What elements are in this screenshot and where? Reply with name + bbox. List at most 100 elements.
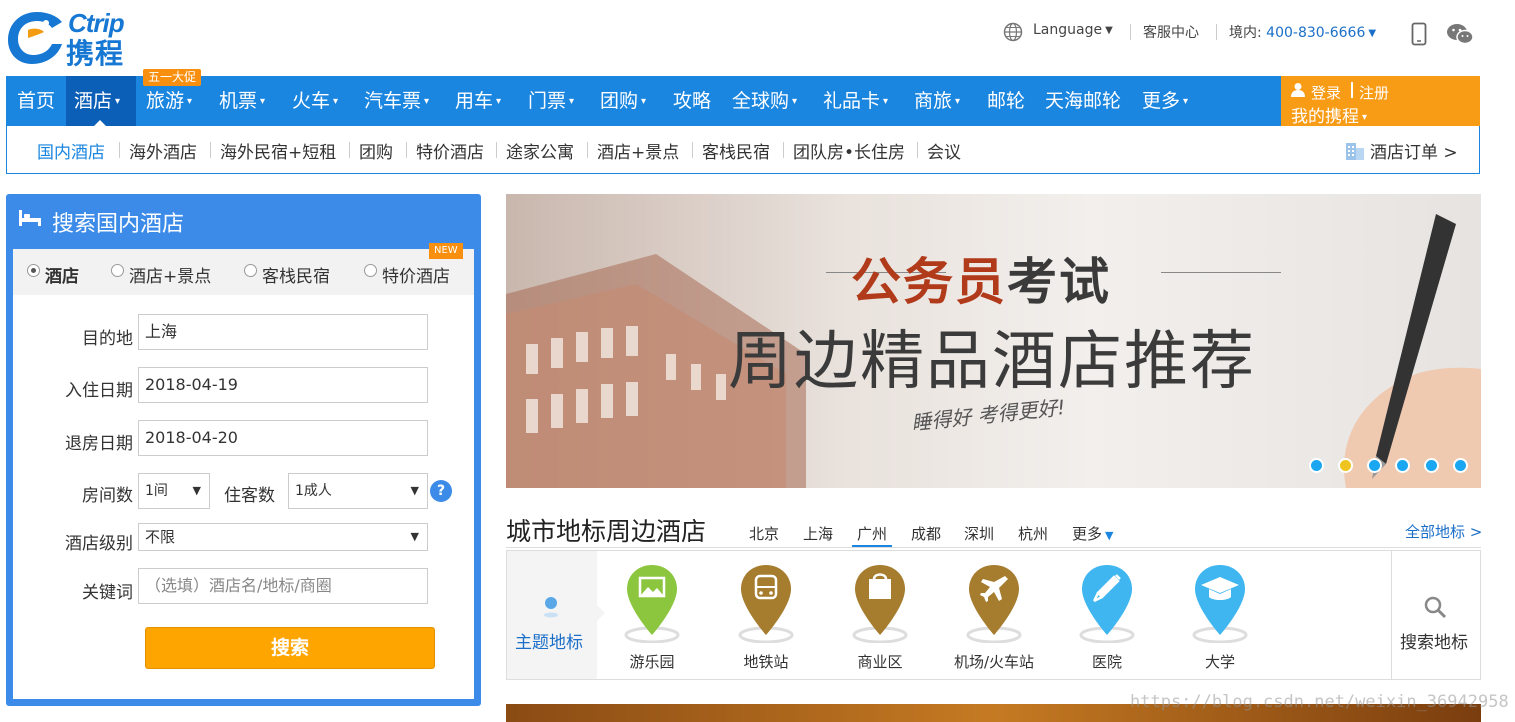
university-label: 大学 [1204,653,1235,671]
nav-item-global-shop[interactable]: 全球购 ▾ [732,76,797,126]
checkout-label: 退房日期 [65,434,133,454]
hotline-label: 境内: [1229,25,1262,41]
nav-item-groupbuy[interactable]: 团购 ▾ [600,76,646,126]
chevron-down-icon: ▼ [1105,529,1114,542]
keyword-input[interactable]: （选填）酒店名/地标/商圈 [138,568,428,604]
destination-input[interactable]: 上海 [138,314,428,350]
tab-special-hotel-label[interactable]: 特价酒店 [382,262,450,287]
subnav-domestic-hotel[interactable]: 国内酒店 [37,138,105,163]
mobile-phone-icon[interactable] [1411,22,1427,46]
hotel-orders-link[interactable]: 酒店订单 > [1370,138,1458,163]
landmark-business-district[interactable]: 商业区 [825,551,940,679]
all-landmarks-link[interactable]: 全部地标 > [1405,521,1482,542]
landmark-amusement-park[interactable]: 游乐园 [597,551,712,679]
carousel-dot-5[interactable] [1424,458,1439,473]
nav-item-business[interactable]: 商旅 ▾ [914,76,960,126]
nav-item-cruise[interactable]: 邮轮 [987,76,1025,126]
search-landmark-button[interactable]: 搜索地标 [1391,551,1480,679]
landmark-metro-station[interactable]: 地铁站 [711,551,826,679]
nav-item-car[interactable]: 用车 ▾ [455,76,501,126]
city-tab-shanghai[interactable]: 上海 [803,523,833,544]
register-link[interactable]: 注册 [1359,82,1389,103]
nav-item-tickets[interactable]: 门票 ▾ [528,76,574,126]
chevron-down-icon: ▾ [187,95,193,107]
city-tab-guangzhou[interactable]: 广州 [857,523,887,544]
landmark-university[interactable]: 大学 [1165,551,1280,679]
guests-label: 住客数 [224,486,275,506]
carousel-dot-3[interactable] [1367,458,1382,473]
tab-inn-label[interactable]: 客栈民宿 [262,262,330,287]
checkin-date-input[interactable]: 2018-04-19 [138,367,428,403]
tab-hotel-attraction-label[interactable]: 酒店+景点 [129,262,211,287]
promo-banner[interactable]: 公务员考试 周边精品酒店推荐 睡得好 考得更好! [506,194,1481,488]
tab-hotel-label[interactable]: 酒店 [45,262,79,287]
help-icon[interactable]: ? [430,480,452,502]
decorative-line [1161,272,1281,273]
wechat-icon[interactable] [1446,22,1474,46]
service-center-link[interactable]: 客服中心 [1143,22,1199,42]
nav-item-skysea-cruise[interactable]: 天海邮轮 [1045,76,1121,126]
radio-hotel-attraction[interactable] [111,264,124,277]
subnav-special-hotel[interactable]: 特价酒店 [416,138,484,163]
banner-title-part2: 考试 [1007,253,1111,311]
chevron-down-icon: ▾ [1183,95,1189,107]
building-icon [1346,143,1364,160]
divider [1351,82,1353,98]
nav-item-guides[interactable]: 攻略 [673,76,711,126]
search-type-tabs: 酒店 酒店+景点 客栈民宿 特价酒店 NEW [13,243,474,295]
radio-inn[interactable] [244,264,257,277]
hotel-level-select[interactable]: 不限 ▼ [138,523,428,551]
landmark-hospital[interactable]: 医院 [1052,551,1167,679]
subnav-meeting[interactable]: 会议 [927,138,961,163]
chevron-down-icon: ▾ [115,95,121,107]
carousel-dot-4[interactable] [1395,458,1410,473]
city-tab-hangzhou[interactable]: 杭州 [1018,523,1048,544]
landmark-airport-station[interactable]: 机场/火车站 [939,551,1054,679]
nav-item-home[interactable]: 首页 [6,76,66,126]
subnav-group-longstay[interactable]: 团队房•长住房 [793,138,905,163]
divider [587,142,588,158]
language-label: Language [1033,22,1103,38]
guests-select[interactable]: 1成人 ▼ [288,473,428,509]
chevron-down-icon: ▼ [192,484,201,497]
subnav-inn[interactable]: 客栈民宿 [702,138,770,163]
nav-item-train[interactable]: 火车 ▾ [292,76,338,126]
language-selector[interactable]: Language ▼ [1033,22,1113,38]
hotline[interactable]: 境内: 400-830-6666 ▼ [1229,22,1376,42]
carousel-dot-2-active[interactable] [1338,458,1353,473]
my-ctrip-link[interactable]: 我的携程 ▾ [1291,102,1367,127]
city-tab-shenzhen[interactable]: 深圳 [964,523,994,544]
radio-special-hotel[interactable] [364,264,377,277]
chevron-down-icon: ▼ [1368,27,1377,39]
city-tab-beijing[interactable]: 北京 [749,523,779,544]
nav-item-bus[interactable]: 汽车票 ▾ [364,76,429,126]
subnav-groupbuy[interactable]: 团购 [359,138,393,163]
nav-item-hotel[interactable]: 酒店 ▾ [66,76,136,126]
divider [692,142,693,158]
banner-title-part1: 公务员 [851,253,1007,311]
login-link[interactable]: 登录 [1311,82,1341,103]
divider [119,142,120,158]
subnav-overseas-homestay[interactable]: 海外民宿+短租 [220,138,336,163]
subnav-tujia[interactable]: 途家公寓 [506,138,574,163]
hotel-level-value: 不限 [145,528,176,546]
search-button[interactable]: 搜索 [145,627,435,669]
subnav-overseas-hotel[interactable]: 海外酒店 [129,138,197,163]
shopping-bag-icon [852,565,908,643]
nav-item-flights[interactable]: 机票 ▾ [219,76,265,126]
ctrip-logo[interactable]: Ctrip 携程 [6,8,156,70]
amusement-park-label: 游乐园 [629,653,675,671]
city-tab-chengdu[interactable]: 成都 [911,523,941,544]
rooms-select[interactable]: 1间 ▼ [138,473,210,509]
city-tab-more[interactable]: 更多 ▼ [1072,523,1113,544]
page: Ctrip 携程 Language ▼ 客服中心 境内: 400-830-6666… [0,0,1515,722]
carousel-dot-6[interactable] [1453,458,1468,473]
checkout-date-input[interactable]: 2018-04-20 [138,420,428,456]
carousel-dot-1[interactable] [1309,458,1324,473]
nav-item-more[interactable]: 更多 ▾ [1142,76,1188,126]
subnav-hotel-attraction[interactable]: 酒店+景点 [597,138,679,163]
theme-landmark-tab[interactable]: 主题地标 [507,551,597,679]
promo-badge: 五一大促 [143,69,202,86]
radio-hotel[interactable] [27,264,40,277]
nav-item-gift-card[interactable]: 礼品卡 ▾ [823,76,888,126]
